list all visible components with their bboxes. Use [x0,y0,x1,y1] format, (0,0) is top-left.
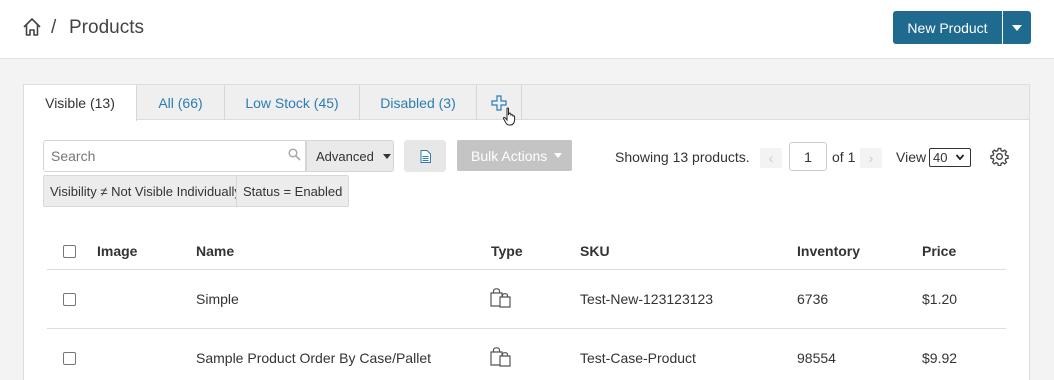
page-total: of 1 [832,149,856,165]
product-name[interactable]: Sample Product Order By Case/Pallet [196,350,431,366]
filter-chip-status[interactable]: Status = Enabled [236,175,350,207]
products-panel: Visible (13) All (66) Low Stock (45) Dis… [23,84,1030,380]
column-header-inventory[interactable]: Inventory [797,243,860,259]
tab-low-stock[interactable]: Low Stock (45) [225,85,360,120]
next-page-button[interactable]: › [860,148,882,168]
page-size-select[interactable]: 40 [929,148,971,167]
gear-icon[interactable] [990,147,1009,166]
tab-visible[interactable]: Visible (13) [24,85,137,121]
breadcrumb-separator: / [51,17,57,38]
product-inventory: 98554 [797,350,836,366]
tab-all[interactable]: All (66) [137,85,225,120]
document-icon [420,149,431,163]
hand-cursor-icon [502,107,516,126]
row-checkbox[interactable] [63,293,76,306]
home-icon[interactable] [22,17,42,37]
page-number-input[interactable] [789,142,827,171]
chevron-down-icon [554,153,563,158]
new-product-dropdown-button[interactable] [1003,11,1031,44]
product-name[interactable]: Simple [196,291,239,307]
select-all-checkbox[interactable] [63,245,76,258]
chevron-down-icon [1012,24,1022,31]
column-header-image: Image [97,243,138,259]
bulk-actions-label: Bulk Actions [471,147,548,164]
product-price: $1.20 [922,291,958,307]
search-input[interactable] [43,140,306,172]
row-checkbox[interactable] [63,352,76,365]
page-header: / Products New Product [0,0,1054,59]
table-row[interactable]: Simple Test-New-123123123 6736 $1.20 [47,270,1006,329]
column-header-price[interactable]: Price [922,243,956,259]
product-price: $9.92 [922,350,958,366]
prev-page-button[interactable]: ‹ [760,148,782,168]
new-product-button[interactable]: New Product [893,11,1002,44]
chevron-down-icon [382,153,391,159]
column-header-sku[interactable]: SKU [580,243,610,259]
table-row[interactable]: Sample Product Order By Case/Pallet Test… [47,329,1006,380]
product-sku: Test-New-123123123 [580,291,714,307]
view-label: View [896,149,927,165]
advanced-search-dropdown[interactable]: Advanced [306,140,394,172]
tab-disabled[interactable]: Disabled (3) [360,85,477,120]
advanced-label: Advanced [316,148,374,164]
product-inventory: 6736 [797,291,829,307]
table-header: Image Name Type SKU Inventory Price [47,233,1006,270]
page-size-value: 40 [933,150,948,165]
export-button[interactable] [404,140,446,172]
chevron-down-icon [955,154,965,161]
shopping-bag-icon [490,288,511,308]
filter-chip-visibility[interactable]: Visibility ≠ Not Visible Individually [43,175,248,207]
result-count: Showing 13 products. [615,149,750,165]
page-title: Products [69,17,144,38]
shopping-bag-icon [490,347,511,367]
column-header-name[interactable]: Name [196,243,234,259]
product-sku: Test-Case-Product [580,350,696,366]
tab-bar: Visible (13) All (66) Low Stock (45) Dis… [24,85,1029,121]
search-icon [288,148,301,161]
bulk-actions-button[interactable]: Bulk Actions [457,140,572,171]
column-header-type[interactable]: Type [491,243,523,259]
